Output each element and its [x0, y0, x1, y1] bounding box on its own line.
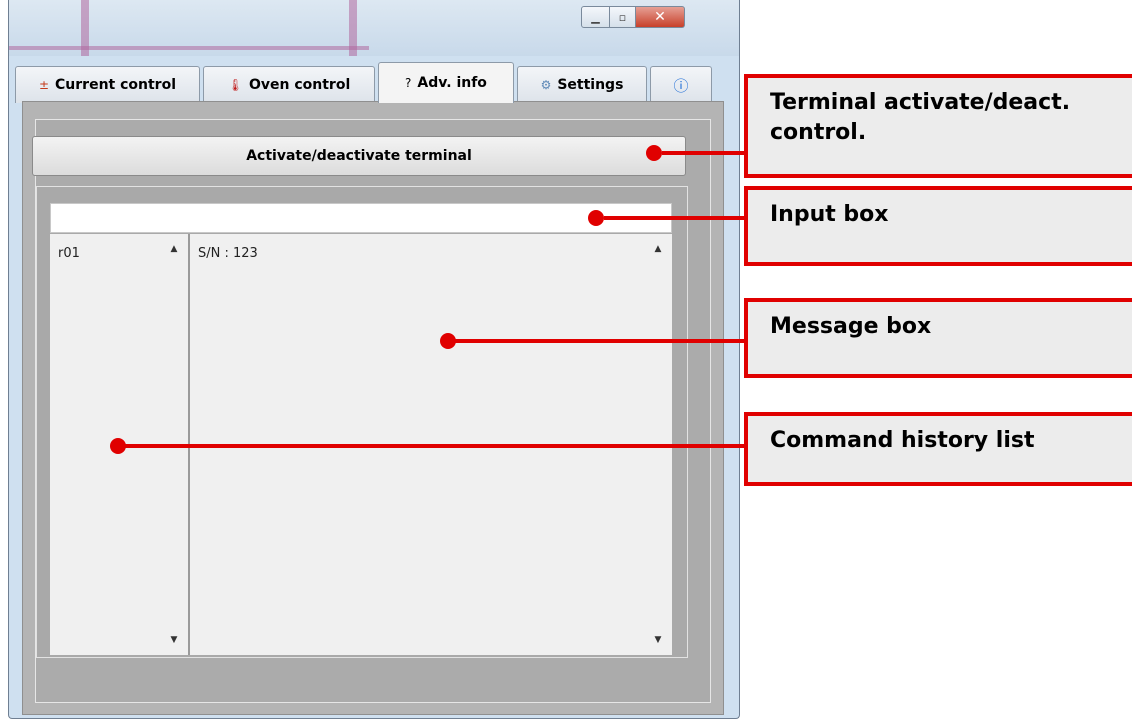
activate-terminal-button[interactable]: Activate/deactivate terminal — [32, 136, 686, 176]
activate-terminal-label: Activate/deactivate terminal — [246, 148, 472, 164]
callout-terminal-control: Terminal activate/deact. control. — [744, 74, 1132, 178]
close-icon: ✕ — [654, 9, 666, 25]
background-decoration — [9, 46, 369, 50]
callout-input-box: Input box — [744, 186, 1132, 266]
tab-label: Oven control — [248, 77, 351, 93]
callout-text: Input box — [770, 202, 889, 227]
callout-dot — [588, 210, 604, 226]
tab-label: Settings — [557, 77, 624, 93]
tab-adv-info[interactable]: ? Adv. info — [378, 62, 514, 103]
title-bar: ▁ ▫ ✕ — [9, 0, 739, 56]
callout-dot — [110, 438, 126, 454]
callout-dot — [646, 145, 662, 161]
scroll-up-icon[interactable]: ▲ — [162, 244, 186, 254]
tab-info[interactable]: ⓘ — [650, 66, 712, 103]
tab-label: Adv. info — [417, 75, 487, 91]
tab-label: Current control — [55, 77, 177, 93]
minimize-icon: ▁ — [591, 10, 600, 24]
callout-line — [454, 339, 746, 343]
tab-settings[interactable]: ⚙ Settings — [517, 66, 647, 103]
tab-oven-control[interactable]: 🌡 Oven control — [203, 66, 375, 103]
current-icon: ± — [38, 78, 50, 92]
callout-text: Terminal activate/deact. control. — [770, 90, 1071, 145]
scroll-down-icon[interactable]: ▼ — [646, 635, 670, 645]
info-icon: ⓘ — [673, 76, 689, 95]
tab-bar: ± Current control 🌡 Oven control ? Adv. … — [15, 62, 715, 103]
message-line: S/N : 123 — [198, 246, 258, 261]
thermometer-icon: 🌡 — [227, 78, 243, 92]
scroll-up-icon[interactable]: ▲ — [646, 244, 670, 254]
gear-icon: ⚙ — [540, 78, 552, 92]
tab-current-control[interactable]: ± Current control — [15, 66, 200, 103]
history-item[interactable]: r01 — [58, 246, 80, 261]
callout-message-box: Message box — [744, 298, 1132, 378]
callout-line — [124, 444, 746, 448]
scroll-down-icon[interactable]: ▼ — [162, 635, 186, 645]
callout-text: Message box — [770, 314, 932, 339]
terminal-input[interactable] — [50, 203, 672, 233]
question-icon: ? — [405, 76, 412, 90]
maximize-icon: ▫ — [618, 10, 627, 24]
minimize-button[interactable]: ▁ — [581, 6, 610, 28]
callout-text: Command history list — [770, 428, 1035, 453]
callout-dot — [440, 333, 456, 349]
callout-line — [662, 151, 746, 155]
window-controls: ▁ ▫ ✕ — [581, 6, 685, 28]
close-button[interactable]: ✕ — [636, 6, 685, 28]
callout-line — [604, 216, 746, 220]
callout-command-history: Command history list — [744, 412, 1132, 486]
maximize-button[interactable]: ▫ — [610, 6, 636, 28]
